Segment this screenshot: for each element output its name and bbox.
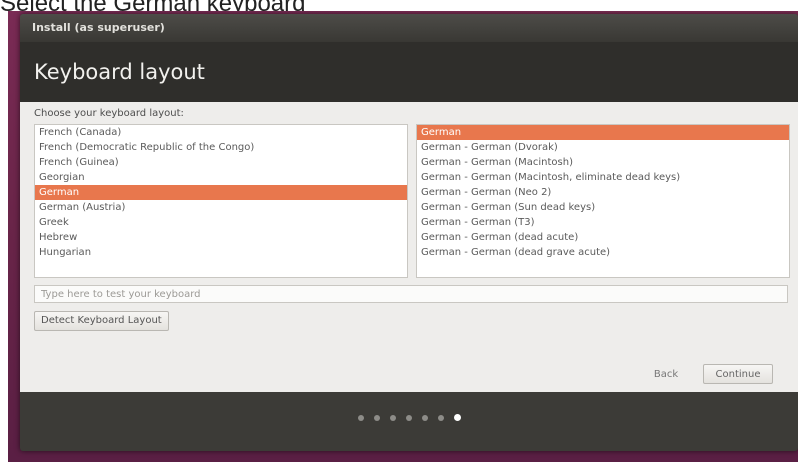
- variant-item-label: German - German (T3): [421, 217, 535, 228]
- variant-item-label: German - German (Neo 2): [421, 187, 552, 198]
- layout-item[interactable]: French (Canada): [35, 125, 407, 140]
- variant-item[interactable]: German - German (Dvorak): [417, 140, 789, 155]
- content-panel: Choose your keyboard layout: French (Can…: [20, 102, 798, 392]
- installer-window: Install (as superuser) Keyboard layout C…: [20, 14, 798, 451]
- layout-item[interactable]: Greek: [35, 215, 407, 230]
- variant-item[interactable]: German - German (dead acute): [417, 230, 789, 245]
- progress-dot: [389, 415, 396, 421]
- variant-item-label: German: [421, 127, 462, 138]
- progress-dot: [421, 415, 428, 421]
- layout-item-label: Georgian: [39, 172, 85, 183]
- progress-dot: [373, 415, 380, 421]
- variant-item[interactable]: German - German (Neo 2): [417, 185, 789, 200]
- keyboard-test-input[interactable]: [34, 285, 788, 303]
- window-title: Install (as superuser): [20, 14, 798, 42]
- layout-item[interactable]: German (Austria): [35, 200, 407, 215]
- layout-item-label: French (Democratic Republic of the Congo…: [39, 142, 255, 153]
- layout-prompt: Choose your keyboard layout:: [34, 108, 184, 119]
- variant-item[interactable]: German - German (dead grave acute): [417, 245, 789, 260]
- layout-item[interactable]: Hungarian: [35, 245, 407, 260]
- detect-keyboard-layout-button[interactable]: Detect Keyboard Layout: [34, 311, 169, 331]
- layout-item[interactable]: French (Guinea): [35, 155, 407, 170]
- page-title: Keyboard layout: [20, 42, 798, 102]
- layout-item-label: French (Guinea): [39, 157, 119, 168]
- variant-list[interactable]: German German - German (Dvorak) German -…: [416, 124, 790, 278]
- layout-item-label: Hungarian: [39, 247, 92, 258]
- variant-item-label: German - German (dead grave acute): [421, 247, 611, 258]
- layout-item[interactable]: Hebrew: [35, 230, 407, 245]
- variant-item[interactable]: German - German (Macintosh): [417, 155, 789, 170]
- continue-button[interactable]: Continue: [703, 364, 773, 384]
- progress-dot: [405, 415, 412, 421]
- back-button[interactable]: Back: [637, 364, 695, 384]
- variant-item[interactable]: German - German (Macintosh, eliminate de…: [417, 170, 789, 185]
- layout-item-label: German: [39, 187, 80, 198]
- photo-background: Install (as superuser) Keyboard layout C…: [8, 11, 798, 462]
- layout-item-label: Greek: [39, 217, 69, 228]
- layout-item-label: Hebrew: [39, 232, 78, 243]
- progress-dot: [357, 415, 364, 421]
- variant-item[interactable]: German: [417, 125, 789, 140]
- variant-item-label: German - German (Macintosh): [421, 157, 573, 168]
- layout-item-label: French (Canada): [39, 127, 122, 138]
- variant-item[interactable]: German - German (T3): [417, 215, 789, 230]
- layout-item[interactable]: German: [35, 185, 407, 200]
- layout-item[interactable]: Georgian: [35, 170, 407, 185]
- layout-list[interactable]: French (Canada) French (Democratic Repub…: [34, 124, 408, 278]
- variant-item-label: German - German (Dvorak): [421, 142, 558, 153]
- variant-item-label: German - German (Sun dead keys): [421, 202, 596, 213]
- progress-dots: [20, 414, 798, 428]
- variant-item-label: German - German (Macintosh, eliminate de…: [421, 172, 681, 183]
- variant-item[interactable]: German - German (Sun dead keys): [417, 200, 789, 215]
- progress-dot-current: [453, 414, 461, 421]
- layout-item[interactable]: French (Democratic Republic of the Congo…: [35, 140, 407, 155]
- layout-item-label: German (Austria): [39, 202, 126, 213]
- variant-item-label: German - German (dead acute): [421, 232, 579, 243]
- progress-dot: [437, 415, 444, 421]
